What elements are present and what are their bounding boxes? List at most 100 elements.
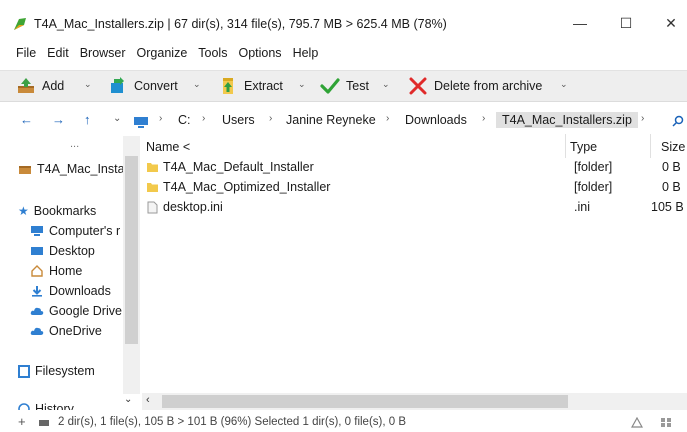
cloud-icon xyxy=(30,327,44,335)
add-dropdown-icon[interactable]: ⌄ xyxy=(84,79,92,90)
test-dropdown-icon[interactable]: ⌄ xyxy=(382,79,390,90)
delete-dropdown-icon[interactable]: ⌄ xyxy=(560,79,568,90)
tree-item-onedrive[interactable]: OneDrive xyxy=(30,322,102,340)
filesystem-icon xyxy=(18,364,30,378)
maximize-button[interactable]: ☐ xyxy=(612,12,640,34)
file-size-cell: 0 B xyxy=(662,180,681,194)
file-list-hscrollbar[interactable]: ‹ xyxy=(142,393,687,410)
tree-item-archive[interactable]: T4A_Mac_Insta ^ xyxy=(18,160,135,178)
file-type-cell: [folder] xyxy=(574,160,613,174)
file-name: T4A_Mac_Optimized_Installer xyxy=(163,180,331,194)
table-row[interactable]: T4A_Mac_Default_Installer [folder] 0 B xyxy=(142,159,687,178)
minimize-button[interactable]: — xyxy=(566,12,594,34)
tree-item-label: T4A_Mac_Insta xyxy=(37,162,125,176)
tree-item-label: Computer's r xyxy=(49,224,121,238)
convert-label: Convert xyxy=(134,79,178,93)
folder-icon xyxy=(147,163,158,172)
window-title: T4A_Mac_Installers.zip | 67 dir(s), 314 … xyxy=(34,17,447,31)
tree-item-label: Desktop xyxy=(49,244,95,258)
grid-view-icon[interactable] xyxy=(660,417,672,428)
column-divider[interactable] xyxy=(650,134,651,158)
tree-item-label: Bookmarks xyxy=(33,204,97,218)
menu-tools[interactable]: Tools xyxy=(198,46,227,60)
hscrollbar-thumb[interactable] xyxy=(162,395,568,408)
file-type-cell: [folder] xyxy=(574,180,613,194)
crumb-drive[interactable]: C: xyxy=(178,113,191,127)
menu-options[interactable]: Options xyxy=(238,46,281,60)
add-button[interactable]: Add xyxy=(16,71,64,101)
tree-header: ... xyxy=(70,138,80,150)
file-size-cell: 0 B xyxy=(662,160,681,174)
desktop-icon xyxy=(31,247,43,255)
extract-dropdown-icon[interactable]: ⌄ xyxy=(298,79,306,90)
tree-item-bookmarks[interactable]: ★ Bookmarks xyxy=(18,202,96,220)
test-label: Test xyxy=(346,79,369,93)
computer-icon[interactable] xyxy=(133,116,149,129)
menu-help[interactable]: Help xyxy=(293,46,319,60)
crumb-separator-icon: › xyxy=(202,113,206,124)
chevron-down-icon[interactable]: ⌄ xyxy=(124,394,132,405)
tree-item-computer[interactable]: Computer's r xyxy=(30,222,120,240)
extract-button[interactable]: Extract xyxy=(220,71,283,101)
file-list: Name < Type Size T4A_Mac_Default_Install… xyxy=(142,134,687,396)
file-name-cell: T4A_Mac_Optimized_Installer xyxy=(146,180,330,194)
column-header-type[interactable]: Type xyxy=(570,136,597,158)
crumb-user-folder[interactable]: Janine Reyneke xyxy=(286,113,376,127)
tree-item-filesystem[interactable]: Filesystem xyxy=(18,362,95,380)
tree-scrollbar-thumb[interactable] xyxy=(125,156,138,344)
table-row[interactable]: desktop.ini .ini 105 B xyxy=(142,199,687,218)
crumb-downloads[interactable]: Downloads xyxy=(405,113,467,127)
tree-item-home[interactable]: Home xyxy=(30,262,82,280)
delete-button[interactable]: Delete from archive xyxy=(408,71,542,101)
computer-icon xyxy=(31,226,43,236)
convert-button[interactable]: Convert xyxy=(108,71,178,101)
crumb-separator-icon: › xyxy=(482,113,486,124)
column-divider[interactable] xyxy=(565,134,566,158)
menu-organize[interactable]: Organize xyxy=(137,46,188,60)
tree-item-label: Downloads xyxy=(49,284,111,298)
home-icon xyxy=(31,265,43,277)
crumb-archive[interactable]: T4A_Mac_Installers.zip xyxy=(496,112,638,128)
menu-browser[interactable]: Browser xyxy=(80,46,126,60)
checkmark-icon xyxy=(320,78,340,94)
menu-file[interactable]: File xyxy=(16,46,36,60)
file-icon xyxy=(147,201,158,213)
file-type-cell: .ini xyxy=(574,200,590,214)
column-header-size[interactable]: Size xyxy=(661,136,685,158)
crumb-users[interactable]: Users xyxy=(222,113,255,127)
close-button[interactable]: ✕ xyxy=(657,12,685,34)
tree-item-google-drive[interactable]: Google Drive xyxy=(30,302,122,320)
download-icon xyxy=(32,286,42,297)
up-button[interactable]: ↑ xyxy=(84,112,91,127)
column-header-name[interactable]: Name < xyxy=(146,136,190,158)
convert-dropdown-icon[interactable]: ⌄ xyxy=(193,79,201,90)
search-icon[interactable] xyxy=(672,115,684,127)
history-dropdown-icon[interactable]: ⌄ xyxy=(113,113,121,124)
status-bar: + 2 dir(s), 1 file(s), 105 B > 101 B (96… xyxy=(0,414,687,432)
address-bar: ← → ↑ ⌄ › C: › Users › Janine Reyneke › … xyxy=(0,106,687,134)
test-button[interactable]: Test xyxy=(320,71,369,101)
tree-scrollbar[interactable] xyxy=(123,136,140,394)
menu-edit[interactable]: Edit xyxy=(47,46,69,60)
back-button[interactable]: ← xyxy=(20,112,33,127)
star-icon: ★ xyxy=(18,204,29,218)
convert-icon xyxy=(111,77,124,93)
file-name: T4A_Mac_Default_Installer xyxy=(163,160,314,174)
folder-tree-pane: ... T4A_Mac_Insta ^ ★ Bookmarks Computer… xyxy=(0,134,140,410)
chevron-left-icon[interactable]: ‹ xyxy=(146,394,150,406)
table-row[interactable]: T4A_Mac_Optimized_Installer [folder] 0 B xyxy=(142,179,687,198)
plus-icon[interactable]: + xyxy=(18,414,26,429)
cloud-icon xyxy=(30,307,44,315)
warning-icon xyxy=(631,417,643,428)
tree-item-label: OneDrive xyxy=(49,324,102,338)
tree-item-history[interactable]: History xyxy=(18,400,74,410)
history-icon xyxy=(18,403,30,410)
add-label: Add xyxy=(42,79,65,93)
tree-item-desktop[interactable]: Desktop xyxy=(30,242,95,260)
menu-bar: File Edit Browser Organize Tools Options… xyxy=(0,42,687,64)
file-name-cell: desktop.ini xyxy=(146,200,223,214)
title-bar: T4A_Mac_Installers.zip | 67 dir(s), 314 … xyxy=(0,0,687,40)
tree-item-downloads[interactable]: Downloads xyxy=(30,282,111,300)
forward-button[interactable]: → xyxy=(52,112,65,127)
delete-x-icon xyxy=(409,77,427,95)
